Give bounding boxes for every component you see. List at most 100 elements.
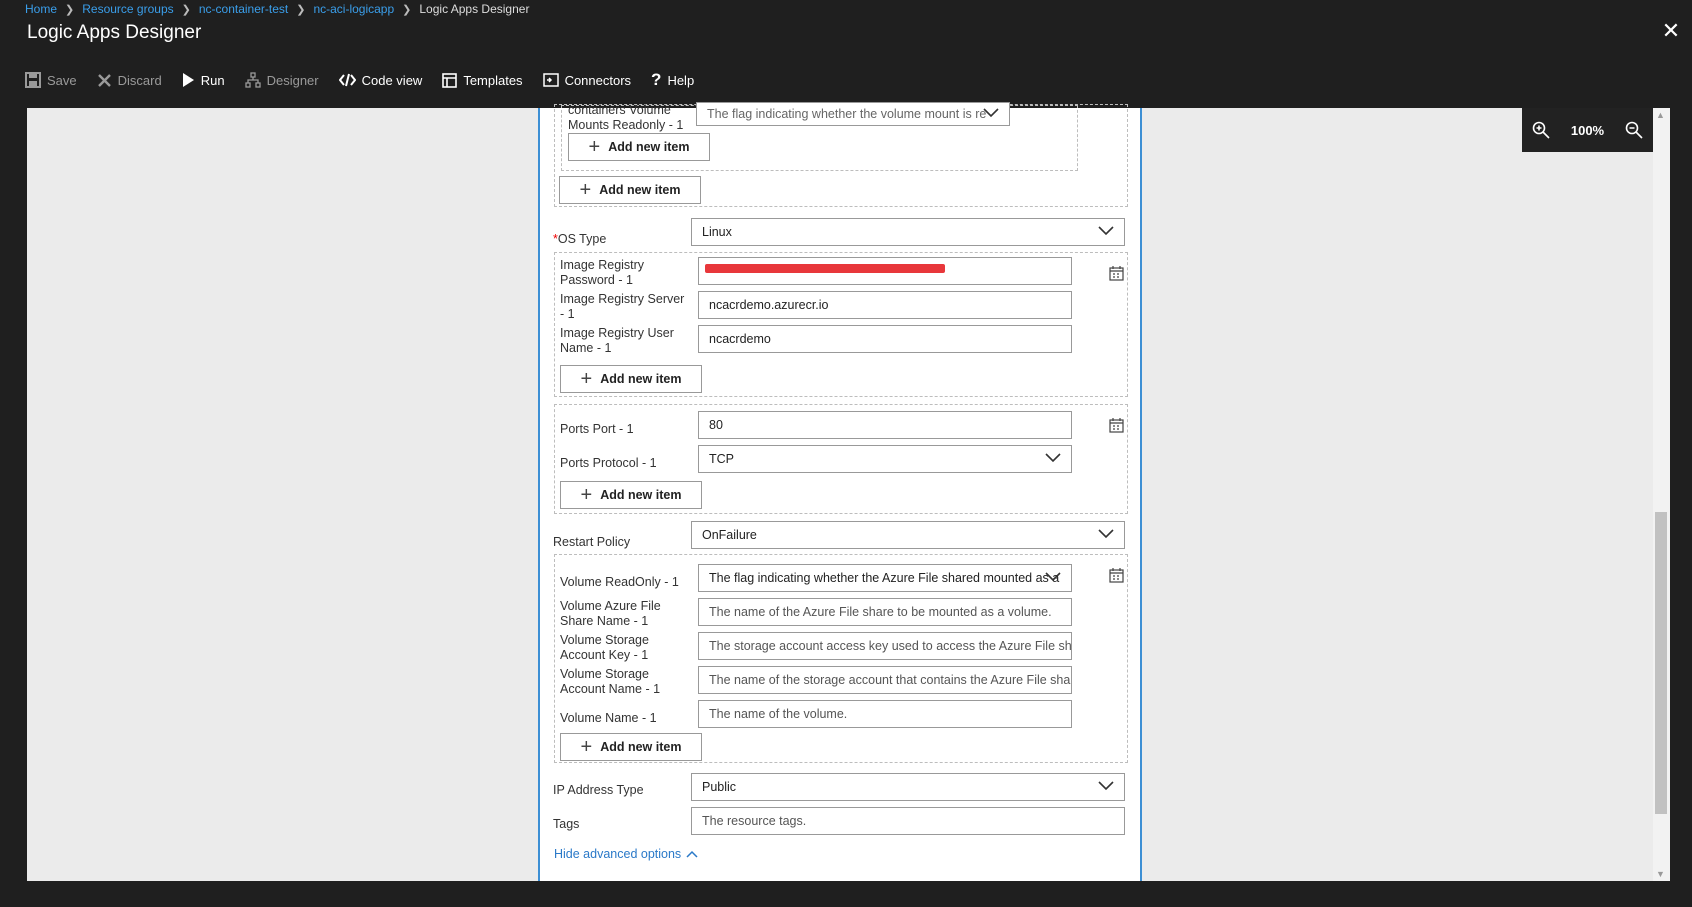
volume-group: Volume ReadOnly - 1 The flag indicating … bbox=[554, 554, 1128, 763]
dropdown-value: Public bbox=[702, 780, 737, 794]
volume-mounts-readonly-label: containers Volume Mounts Readonly - 1 bbox=[568, 103, 693, 133]
code-view-label: Code view bbox=[361, 72, 423, 88]
add-new-item-label: Add new item bbox=[600, 740, 682, 754]
add-new-item-button[interactable]: + Add new item bbox=[568, 133, 710, 161]
add-new-item-label: Add new item bbox=[599, 183, 681, 197]
add-new-item-button[interactable]: + Add new item bbox=[559, 176, 701, 204]
top-bar: Home ❯ Resource groups ❯ nc-container-te… bbox=[0, 0, 1692, 98]
zoom-controls: 100% bbox=[1522, 108, 1653, 152]
registry-password-field[interactable] bbox=[698, 257, 1072, 285]
discard-button[interactable]: Discard bbox=[97, 73, 162, 88]
scrollbar-thumb[interactable] bbox=[1655, 512, 1667, 814]
breadcrumb-resource-groups[interactable]: Resource groups bbox=[82, 2, 173, 16]
registry-password-label: Image Registry Password - 1 bbox=[560, 258, 645, 287]
breadcrumb: Home ❯ Resource groups ❯ nc-container-te… bbox=[25, 2, 529, 16]
code-icon bbox=[338, 73, 356, 87]
volume-mounts-readonly-dropdown[interactable]: The flag indicating whether the volume m… bbox=[696, 102, 1010, 126]
zoom-in-icon[interactable] bbox=[1532, 121, 1550, 139]
help-icon: ? bbox=[651, 70, 662, 89]
volume-name-label: Volume Name - 1 bbox=[560, 711, 657, 725]
os-type-dropdown[interactable]: Linux bbox=[691, 218, 1125, 246]
restart-policy-label: Restart Policy bbox=[553, 535, 631, 549]
ip-address-type-dropdown[interactable]: Public bbox=[691, 773, 1125, 801]
add-new-item-button[interactable]: + Add new item bbox=[560, 481, 702, 509]
code-view-button[interactable]: Code view bbox=[338, 72, 423, 88]
volume-readonly-label: Volume ReadOnly - 1 bbox=[560, 575, 679, 589]
breadcrumb-current: Logic Apps Designer bbox=[419, 2, 530, 16]
dropdown-value: The flag indicating whether the Azure Fi… bbox=[709, 571, 1060, 585]
add-new-item-label: Add new item bbox=[608, 140, 690, 154]
image-registry-group: Image Registry Password - 1 Image Regist… bbox=[554, 252, 1128, 397]
volume-share-field[interactable]: The name of the Azure File share to be m… bbox=[698, 598, 1072, 626]
volume-readonly-dropdown[interactable]: The flag indicating whether the Azure Fi… bbox=[698, 564, 1072, 592]
save-button[interactable]: Save bbox=[25, 72, 77, 88]
connectors-label: Connectors bbox=[564, 72, 632, 88]
volume-key-label: Volume Storage Account Key - 1 bbox=[560, 633, 649, 662]
chevron-down-icon bbox=[1098, 781, 1114, 791]
dropdown-value: The flag indicating whether the volume m… bbox=[707, 107, 987, 121]
designer-icon bbox=[244, 72, 261, 88]
run-button[interactable]: Run bbox=[182, 72, 225, 88]
save-icon bbox=[25, 72, 41, 88]
plus-icon: + bbox=[588, 136, 601, 158]
volume-name-field[interactable]: The name of the volume. bbox=[698, 700, 1072, 728]
close-icon[interactable]: ✕ bbox=[1660, 20, 1682, 42]
run-label: Run bbox=[200, 72, 225, 88]
dropdown-value: OnFailure bbox=[702, 528, 757, 542]
chevron-down-icon bbox=[1098, 226, 1114, 236]
hide-advanced-options-link[interactable]: Hide advanced options bbox=[554, 847, 698, 861]
chevron-right-icon: ❯ bbox=[181, 3, 191, 16]
designer-label: Designer bbox=[266, 72, 319, 88]
chevron-right-icon: ❯ bbox=[402, 3, 412, 16]
redacted-value bbox=[705, 264, 945, 273]
chevron-right-icon: ❯ bbox=[65, 3, 75, 16]
zoom-level: 100% bbox=[1570, 122, 1605, 138]
breadcrumb-home[interactable]: Home bbox=[25, 2, 57, 16]
os-type-label-text: OS Type bbox=[557, 232, 607, 246]
templates-label: Templates bbox=[463, 72, 523, 88]
help-label: Help bbox=[667, 72, 695, 88]
remove-item-icon[interactable] bbox=[1108, 567, 1125, 584]
dropdown-value: Linux bbox=[702, 225, 732, 239]
plus-icon: + bbox=[579, 179, 592, 201]
help-button[interactable]: ? Help bbox=[651, 70, 694, 90]
ports-group: Ports Port - 1 80 Ports Protocol - 1 TCP… bbox=[554, 404, 1128, 514]
remove-item-icon[interactable] bbox=[1108, 417, 1125, 434]
registry-user-field[interactable]: ncacrdemo bbox=[698, 325, 1072, 353]
volume-account-label: Volume Storage Account Name - 1 bbox=[560, 667, 661, 696]
volume-key-field[interactable]: The storage account access key used to a… bbox=[698, 632, 1072, 660]
connectors-button[interactable]: Connectors bbox=[542, 72, 632, 88]
chevron-down-icon bbox=[1045, 572, 1061, 582]
chevron-down-icon bbox=[1098, 529, 1114, 539]
tags-label: Tags bbox=[553, 817, 580, 831]
ports-protocol-dropdown[interactable]: TCP bbox=[698, 445, 1072, 473]
breadcrumb-resource-group[interactable]: nc-container-test bbox=[199, 2, 288, 16]
volume-mounts-group: containers Volume Mounts Readonly - 1 Th… bbox=[561, 102, 1078, 171]
registry-server-field[interactable]: ncacrdemo.azurecr.io bbox=[698, 291, 1072, 319]
restart-policy-dropdown[interactable]: OnFailure bbox=[691, 521, 1125, 549]
label-line: containers Volume bbox=[568, 103, 671, 117]
remove-item-icon[interactable] bbox=[1108, 265, 1125, 282]
play-icon bbox=[182, 72, 195, 88]
plus-icon: + bbox=[580, 484, 593, 506]
plus-icon: + bbox=[580, 736, 593, 758]
designer-button[interactable]: Designer bbox=[244, 72, 319, 88]
add-new-item-label: Add new item bbox=[600, 372, 682, 386]
chevron-down-icon bbox=[983, 108, 999, 118]
vertical-scrollbar[interactable]: ▲ ▼ bbox=[1653, 108, 1670, 881]
add-new-item-button[interactable]: + Add new item bbox=[560, 733, 702, 761]
scroll-down-icon[interactable]: ▼ bbox=[1656, 869, 1665, 879]
add-new-item-button[interactable]: + Add new item bbox=[560, 365, 702, 393]
chevron-down-icon bbox=[1045, 453, 1061, 463]
containers-group: containers Volume Mounts Readonly - 1 Th… bbox=[554, 102, 1128, 207]
tags-field[interactable]: The resource tags. bbox=[691, 807, 1125, 835]
templates-button[interactable]: Templates bbox=[442, 72, 523, 88]
zoom-out-icon[interactable] bbox=[1625, 121, 1643, 139]
page-title: Logic Apps Designer bbox=[27, 22, 202, 43]
scroll-up-icon[interactable]: ▲ bbox=[1656, 110, 1665, 120]
ports-port-field[interactable]: 80 bbox=[698, 411, 1072, 439]
volume-account-field[interactable]: The name of the storage account that con… bbox=[698, 666, 1072, 694]
dropdown-value: TCP bbox=[709, 452, 734, 466]
breadcrumb-logic-app[interactable]: nc-aci-logicapp bbox=[313, 2, 394, 16]
action-card: containers Volume Mounts Readonly - 1 Th… bbox=[538, 102, 1142, 881]
